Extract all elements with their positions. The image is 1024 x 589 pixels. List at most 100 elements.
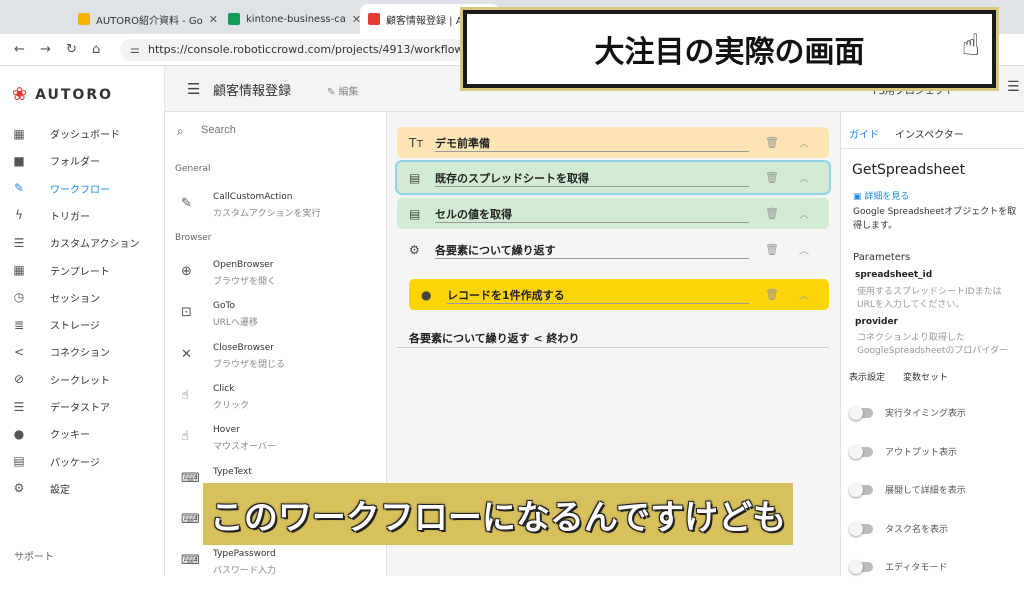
chevron-up-icon[interactable]: ︿ [799,170,809,185]
step-underline [435,186,749,187]
display-toggle[interactable]: 展開して詳細を表示 [849,481,1021,501]
chevron-up-icon[interactable]: ︿ [799,242,809,257]
search-input[interactable] [201,124,371,136]
step-label: レコードを1件作成する [447,288,565,302]
workflow-step[interactable]: ▤ 既存のスプレッドシートを取得 🗑 ︿ [397,162,829,193]
action-icon: ⌨ [181,511,200,527]
action-icon: ⌨ [181,470,200,486]
sidebar-item[interactable]: ▦ ダッシュボード [0,120,165,147]
action-list-item[interactable]: ☝ Click クリック [165,384,387,424]
sidebar-item-label: トリガー [50,211,90,223]
step-underline [435,222,749,223]
sidebar-item-label: データストア [50,403,110,414]
chevron-up-icon[interactable]: ︿ [799,287,809,302]
sidebar-item[interactable]: ☰ カスタムアクション [0,229,165,256]
home-icon[interactable]: ⌂ [92,42,100,57]
browser-tab[interactable]: AUTORO紹介資料 - Go ✕ [70,4,220,34]
site-settings-icon[interactable]: ⚌ [130,43,140,56]
workflow-step[interactable]: Tт デモ前準備 🗑 ︿ [397,127,829,158]
sidebar-item[interactable]: ● クッキー [0,420,165,447]
sidebar-item-label: クッキー [50,430,90,442]
sidebar-item[interactable]: ■ フォルダー [0,147,165,174]
close-icon[interactable]: ✕ [209,13,218,26]
logo-text: AUTORO [35,86,113,103]
step-underline [447,303,749,304]
action-name: TypeText [213,466,252,477]
title-banner: 大注目の実際の画面 ☝ [460,7,999,91]
tab-title: kintone-business-ca [246,13,346,25]
workflow-step[interactable]: ▤ セルの値を取得 🗑 ︿ [397,198,829,229]
forward-icon[interactable]: → [40,42,51,57]
dashboard-icon: ▦ [13,126,25,141]
chevron-up-icon[interactable]: ︿ [799,206,809,221]
action-icon: ☝ [181,429,189,445]
tab-guide[interactable]: ガイド [849,126,879,141]
action-list-item[interactable]: ⊡ GoTo URLへ遷移 [165,301,387,341]
toggle-switch[interactable] [849,521,873,536]
sidebar-item[interactable]: ☰ データストア [0,393,165,420]
details-link[interactable]: ▣ 詳細を見る [853,189,909,202]
close-icon[interactable]: ✕ [352,13,360,26]
section-label-browser: Browser [175,233,212,243]
display-toggle[interactable]: アウトプット表示 [849,443,1021,463]
details-link-label: 詳細を見る [864,192,910,202]
action-icon: ⊡ [181,305,192,321]
toggle-label: タスク名を表示 [885,524,949,535]
workflow-step[interactable]: ● レコードを1件作成する 🗑 ︿ [409,279,829,310]
tab-inspector[interactable]: インスペクター [895,126,964,141]
action-list-item[interactable]: ✕ CloseBrowser ブラウザを閉じる [165,343,387,383]
reload-icon[interactable]: ↻ [66,42,77,57]
sidebar-item[interactable]: ≣ ストレージ [0,311,165,338]
sidebar-item[interactable]: ✎ ワークフロー [0,175,165,202]
end-loop-marker[interactable]: 各要素について繰り返す < 終わり [397,326,829,348]
toggle-label: エディタモード [885,563,948,573]
browser-tab[interactable]: kintone-business-ca ✕ [220,4,360,34]
sidebar-item[interactable]: ϟ トリガー [0,202,165,229]
chevron-up-icon[interactable]: ︿ [799,135,809,150]
trash-icon[interactable]: 🗑 [765,288,779,301]
kintone-icon: ● [421,287,432,302]
action-icon: ⊕ [181,264,192,279]
toggle-label: 展開して詳細を表示 [885,486,966,496]
sidebar-item-label: パッケージ [50,457,100,469]
pencil-icon: ✎ [327,87,339,98]
tab-display-settings[interactable]: 表示設定 [849,370,885,383]
workflow-step[interactable]: ⚙ 各要素について繰り返す 🗑 ︿ [397,234,829,265]
sidebar-item[interactable]: < コネクション [0,338,165,365]
support-link[interactable]: サポート [14,548,54,563]
action-list-item[interactable]: ⊕ OpenBrowser ブラウザを開く [165,260,387,300]
display-toggle[interactable]: タスク名を表示 [849,520,1021,540]
display-toggle[interactable]: エディタモード [849,558,1021,578]
hidden-eye-icon: ⊘ [13,372,25,387]
sidebar-item[interactable]: ◷ セッション [0,284,165,311]
tab-variable-set[interactable]: 変数セット [903,370,948,383]
trash-icon[interactable]: 🗑 [765,207,779,220]
display-toggle[interactable]: 実行タイミング表示 [849,404,1021,424]
step-underline [435,258,749,259]
sidebar-item[interactable]: ▦ テンプレート [0,257,165,284]
tab-favicon-icon [78,13,90,25]
more-menu-icon[interactable]: ☰ [1007,79,1020,95]
trash-icon[interactable]: 🗑 [765,171,779,184]
back-icon[interactable]: ← [14,42,25,57]
toggle-switch[interactable] [849,444,873,459]
edit-button[interactable]: ✎ 編集 [327,83,359,98]
app-logo[interactable]: ❀ AUTORO [12,84,113,105]
menu-icon[interactable]: ☰ [187,80,200,98]
sidebar-item[interactable]: ▤ パッケージ [0,448,165,475]
toggle-switch[interactable] [849,560,873,574]
sidebar-item[interactable]: ⊘ シークレット [0,366,165,393]
action-description: マウスオーバー [213,442,276,453]
action-list-item[interactable]: ✎ CallCustomAction カスタムアクションを実行 [165,192,387,232]
action-list-item[interactable]: ☝ Hover マウスオーバー [165,425,387,465]
toggle-switch[interactable] [849,406,873,420]
trash-icon[interactable]: 🗑 [765,243,779,256]
trash-icon[interactable]: 🗑 [765,136,779,149]
text-type-icon: Tт [409,135,424,150]
toggle-switch[interactable] [849,483,873,497]
action-icon: ☝ [181,387,189,403]
url-field[interactable]: ⚌ https://console.roboticcrowd.com/proje… [120,39,520,61]
sidebar-item[interactable]: ⚙ 設定 [0,475,165,502]
action-description: ブラウザを開く [213,277,277,287]
action-list-item[interactable]: ⌨ TypePassword パスワード入力 [165,549,387,589]
